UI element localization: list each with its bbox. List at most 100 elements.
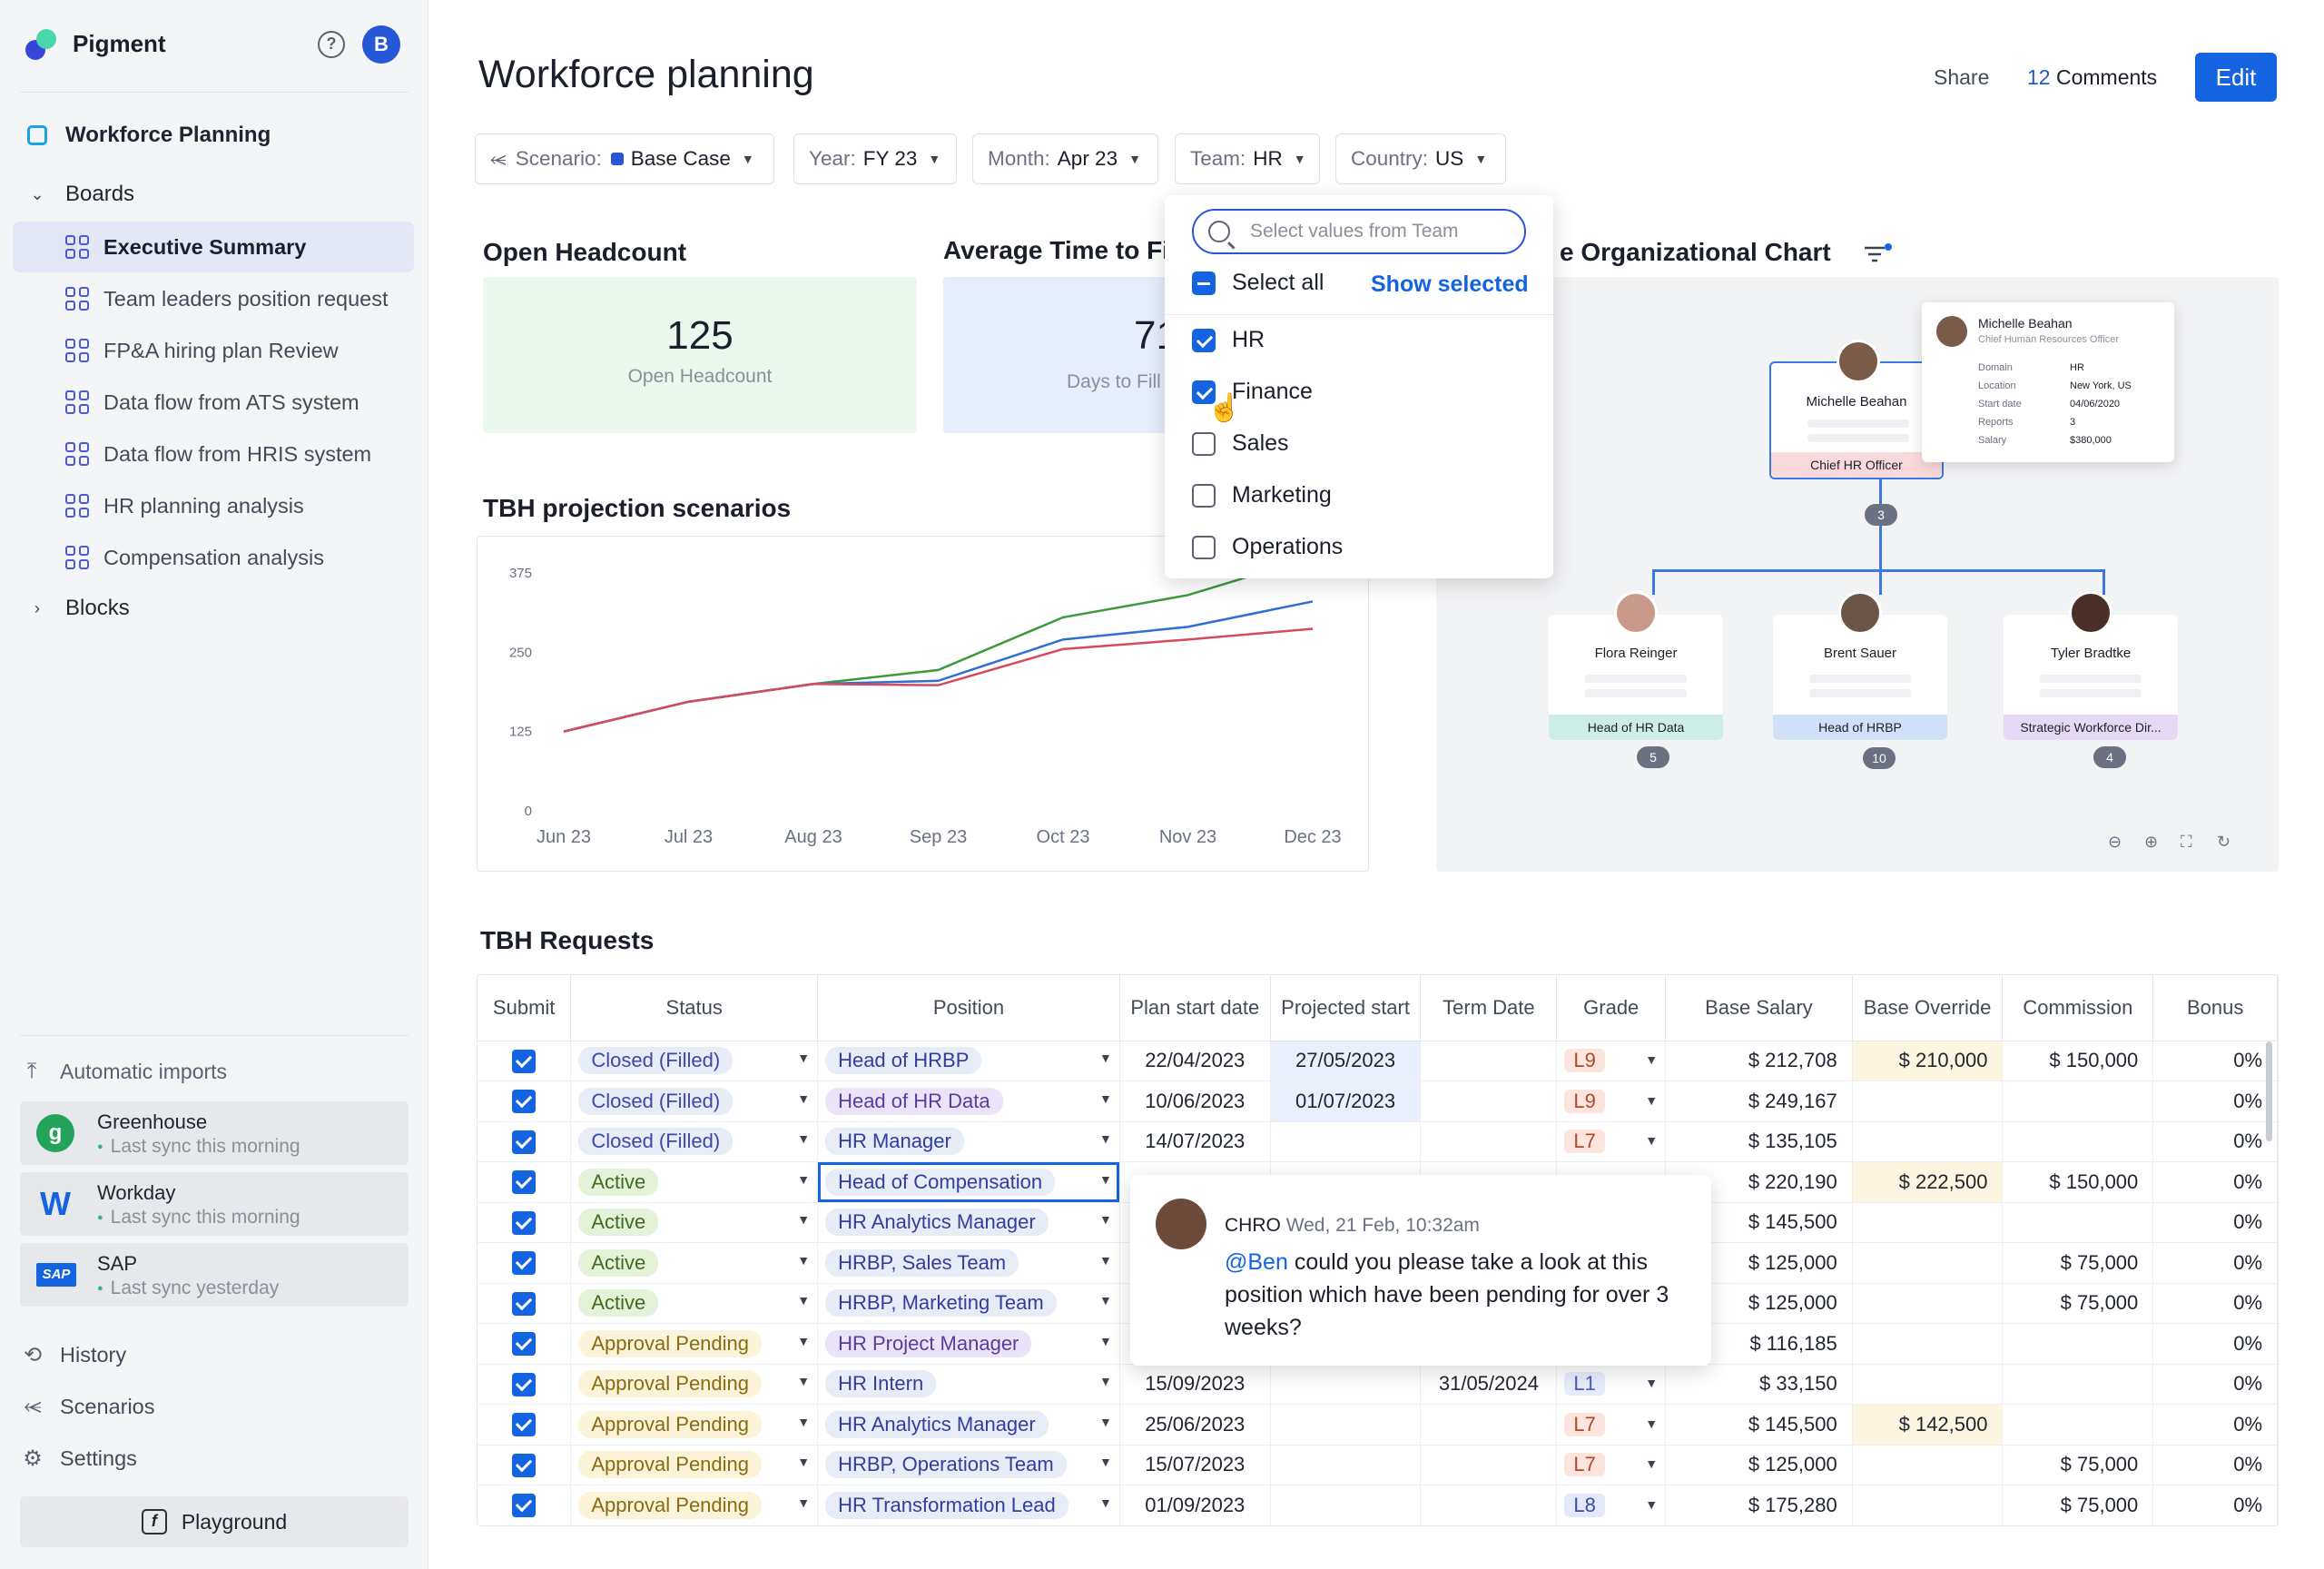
submit-cell[interactable] [478,1283,571,1324]
projected-start-cell[interactable] [1270,1445,1421,1485]
base-override-cell[interactable] [1852,1364,2003,1405]
submit-checkbox[interactable] [512,1090,536,1113]
position-cell[interactable]: HR Project Manager▼ [818,1324,1120,1365]
status-cell[interactable]: Approval Pending▼ [571,1405,818,1446]
term-date-cell[interactable] [1421,1041,1557,1081]
projected-start-cell[interactable] [1270,1121,1421,1162]
commission-cell[interactable] [2003,1405,2153,1446]
boards-section-toggle[interactable]: ⌄ Boards [27,182,134,207]
playground-button[interactable]: f Playground [20,1496,409,1547]
chevron-down-icon[interactable]: ▼ [797,1455,810,1469]
base-override-cell[interactable] [1852,1283,2003,1324]
chevron-down-icon[interactable]: ▼ [1099,1253,1112,1268]
column-header[interactable]: Term Date [1421,975,1557,1041]
position-cell[interactable]: HR Transformation Lead▼ [818,1485,1120,1526]
sidebar-item-data-flow-ats[interactable]: Data flow from ATS system [13,377,414,428]
plan-start-cell[interactable]: 15/07/2023 [1119,1445,1270,1485]
submit-checkbox[interactable] [512,1292,536,1316]
chevron-down-icon[interactable]: ▼ [1099,1212,1112,1227]
filter-year[interactable]: Year: FY 23 ▼ [793,133,957,184]
base-override-cell[interactable] [1852,1485,2003,1526]
position-cell[interactable]: Head of HR Data▼ [818,1081,1120,1122]
sidebar-item-data-flow-hris[interactable]: Data flow from HRIS system [13,429,414,479]
term-date-cell[interactable] [1421,1445,1557,1485]
status-cell[interactable]: Active▼ [571,1243,818,1284]
help-icon[interactable]: ? [318,31,345,58]
nav-history[interactable]: ⟲ History [22,1342,126,1368]
submit-cell[interactable] [478,1041,571,1081]
term-date-cell[interactable] [1421,1121,1557,1162]
filter-lines-icon[interactable] [1863,243,1892,265]
bonus-cell[interactable]: 0% [2153,1283,2278,1324]
commission-cell[interactable] [2003,1364,2153,1405]
column-header[interactable]: Projected start [1270,975,1421,1041]
user-avatar[interactable]: B [362,25,400,64]
base-override-cell[interactable]: $ 142,500 [1852,1405,2003,1446]
position-cell[interactable]: HRBP, Marketing Team▼ [818,1283,1120,1324]
base-override-cell[interactable]: $ 210,000 [1852,1041,2003,1081]
submit-cell[interactable] [478,1405,571,1446]
chevron-down-icon[interactable]: ▼ [1645,1093,1658,1108]
chevron-down-icon[interactable]: ▼ [1099,1293,1112,1308]
option-marketing[interactable]: Marketing [1192,482,1332,508]
projected-start-cell[interactable] [1270,1364,1421,1405]
chevron-down-icon[interactable]: ▼ [797,1212,810,1227]
chevron-down-icon[interactable]: ▼ [1645,1416,1658,1431]
chevron-down-icon[interactable]: ▼ [797,1091,810,1106]
base-salary-cell[interactable]: $ 145,500 [1666,1405,1853,1446]
term-date-cell[interactable]: 31/05/2024 [1421,1364,1557,1405]
position-cell[interactable]: HR Analytics Manager▼ [818,1405,1120,1446]
bonus-cell[interactable]: 0% [2153,1041,2278,1081]
submit-checkbox[interactable] [512,1050,536,1073]
zoom-out-icon[interactable]: ⊖ [2108,833,2122,852]
submit-checkbox[interactable] [512,1454,536,1477]
integration-sap[interactable]: SAP SAP Last sync yesterday [20,1243,409,1307]
plan-start-cell[interactable]: 01/09/2023 [1119,1485,1270,1526]
position-cell[interactable]: HRBP, Sales Team▼ [818,1243,1120,1284]
submit-checkbox[interactable] [512,1130,536,1154]
status-cell[interactable]: Active▼ [571,1202,818,1243]
grade-cell[interactable]: L9▼ [1557,1041,1666,1081]
chevron-down-icon[interactable]: ▼ [1099,1495,1112,1510]
bonus-cell[interactable]: 0% [2153,1485,2278,1526]
reset-icon[interactable]: ↻ [2217,833,2230,852]
submit-cell[interactable] [478,1324,571,1365]
base-salary-cell[interactable]: $ 249,167 [1666,1081,1853,1122]
chevron-down-icon[interactable]: ▼ [1645,1497,1658,1512]
submit-cell[interactable] [478,1121,571,1162]
base-override-cell[interactable] [1852,1445,2003,1485]
option-checkbox[interactable] [1192,432,1216,456]
grade-cell[interactable]: L9▼ [1557,1081,1666,1122]
chevron-down-icon[interactable]: ▼ [797,1293,810,1308]
base-override-cell[interactable] [1852,1324,2003,1365]
column-header[interactable]: Plan start date [1119,975,1270,1041]
option-operations[interactable]: Operations [1192,534,1343,560]
bonus-cell[interactable]: 0% [2153,1121,2278,1162]
status-cell[interactable]: Approval Pending▼ [571,1445,818,1485]
commission-cell[interactable]: $ 75,000 [2003,1485,2153,1526]
bonus-cell[interactable]: 0% [2153,1081,2278,1122]
table-scrollbar[interactable] [2266,1041,2272,1141]
base-override-cell[interactable] [1852,1081,2003,1122]
bonus-cell[interactable]: 0% [2153,1202,2278,1243]
commission-cell[interactable] [2003,1081,2153,1122]
grade-cell[interactable]: L1▼ [1557,1364,1666,1405]
comment-mention[interactable]: @Ben [1225,1249,1288,1275]
plan-start-cell[interactable]: 14/07/2023 [1119,1121,1270,1162]
chevron-down-icon[interactable]: ▼ [1099,1415,1112,1429]
submit-checkbox[interactable] [512,1494,536,1517]
commission-cell[interactable] [2003,1121,2153,1162]
chevron-down-icon[interactable]: ▼ [797,1415,810,1429]
term-date-cell[interactable] [1421,1405,1557,1446]
status-cell[interactable]: Approval Pending▼ [571,1364,818,1405]
chevron-down-icon[interactable]: ▼ [1099,1455,1112,1469]
sidebar-item-compensation-analysis[interactable]: Compensation analysis [13,532,414,583]
automatic-imports-header[interactable]: ⤒ Automatic imports [22,1059,227,1084]
position-cell[interactable]: Head of HRBP▼ [818,1041,1120,1081]
filter-team[interactable]: Team: HR ▼ [1175,133,1320,184]
chevron-down-icon[interactable]: ▼ [797,1131,810,1146]
chevron-down-icon[interactable]: ▼ [1645,1052,1658,1067]
bonus-cell[interactable]: 0% [2153,1364,2278,1405]
edit-button[interactable]: Edit [2195,53,2277,102]
base-salary-cell[interactable]: $ 125,000 [1666,1445,1853,1485]
